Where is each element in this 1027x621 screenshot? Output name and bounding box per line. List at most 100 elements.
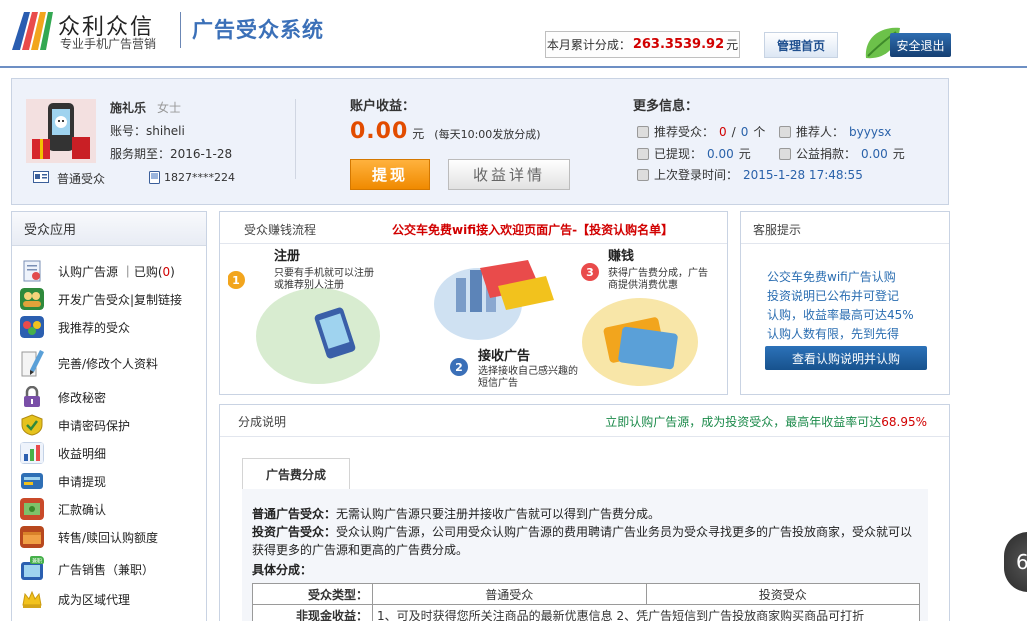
referred-users-sep: /	[731, 124, 736, 139]
step1-illustration	[256, 288, 380, 384]
share-promo-rate: 68.95%	[881, 415, 927, 429]
share-promo-text: 立即认购广告源，成为投资受众，最高年收益率可达	[605, 415, 882, 429]
referrer-value: byyysx	[849, 124, 892, 139]
step1-number: 1	[232, 274, 240, 287]
step1-desc-2: 或推荐别人注册	[274, 278, 344, 291]
sidebar-item-label: 认购广告源 ｜已购(0)	[58, 264, 175, 279]
service-tip-line: 投资说明已公布并可登记	[767, 289, 900, 303]
sidebar-item-label: 申请提现	[58, 474, 107, 489]
sidebar-item-remit-confirm[interactable]: 汇款确认	[20, 498, 106, 520]
page-root: 众利众信 专业手机广告营销 广告受众系统 本月累计分成： 263.3539.92…	[0, 0, 1027, 621]
step1-title: 注册	[274, 248, 300, 264]
money-icon	[20, 498, 44, 520]
pencil-icon	[21, 350, 44, 377]
sidebar-item-label: 汇款确认	[58, 502, 107, 517]
investor-audience-desc: 投资广告受众：受众认购广告源，公司用受众认购广告源的费用聘请广告业务员为受众寻找…	[252, 525, 913, 557]
withdrawn-label: 已提现：	[654, 147, 703, 161]
share-promo-link[interactable]: 立即认购广告源，成为投资受众，最高年收益率可达68.95%	[605, 413, 927, 430]
sidebar-item-resell-quota[interactable]: 转售/赎回认购额度	[20, 526, 158, 548]
step2-desc-1: 选择接收自己感兴趣的	[478, 364, 578, 377]
user-name: 施礼乐	[110, 101, 147, 115]
avatar	[26, 99, 96, 163]
sidebar-item-apply-withdraw[interactable]: 申请提现	[20, 470, 106, 492]
sidebar: 受众应用 认购广告源 ｜已购(0) 开发广告受众|复制链接 我推荐的受众 完善/…	[11, 211, 207, 621]
sidebar-item-regional-agent[interactable]: 成为区域代理	[20, 588, 130, 610]
chart-icon	[20, 442, 44, 464]
service-tip-line: 公交车免费wifi广告认购	[767, 270, 896, 284]
referred-users-label: 推荐受众：	[654, 125, 715, 139]
table-row: 非现金收益： 1、可及时获得您所关注商品的最新优惠信息 2、凭广告短信到广告投放…	[252, 604, 920, 621]
flow-panel-title: 受众赚钱流程	[244, 223, 317, 237]
earning-flow-panel: 受众赚钱流程 公交车免费wifi接入欢迎页面广告-【投资认购名单】 1 注册 只…	[219, 211, 728, 395]
detail-share-heading: 具体分成：	[252, 563, 313, 577]
sidebar-item-develop-audience[interactable]: 开发广告受众|复制链接	[20, 288, 182, 310]
table-header-cell: 投资受众	[645, 583, 920, 605]
sidebar-item-label: 我推荐的受众	[58, 320, 131, 335]
user-gender: 女士	[157, 101, 182, 115]
withdrawn-value: 0.00	[707, 146, 734, 161]
user-phone: 1827****224	[164, 171, 235, 184]
header-underline	[0, 66, 1027, 68]
heart-icon	[779, 147, 791, 160]
more-info-label: 更多信息：	[633, 99, 699, 114]
donation-value: 0.00	[861, 146, 888, 161]
sidebar-item-buy-ad-source[interactable]: 认购广告源 ｜已购(0)	[20, 260, 175, 282]
table-header-cell: 受众类型：	[252, 583, 373, 605]
tab-ad-share[interactable]: 广告费分成	[242, 458, 350, 489]
tv-icon: 兼职	[21, 556, 44, 580]
service-tips-text: 公交车免费wifi广告认购 投资说明已公布并可登记 认购，收益率最高可达45% …	[767, 268, 935, 344]
referrer-row: 推荐人： byyysx	[779, 123, 891, 140]
earnings-value: 0.00	[350, 119, 409, 144]
floating-scroll-widget[interactable]: 6	[1004, 532, 1027, 592]
share-info-panel: 分成说明 立即认购广告源，成为投资受众，最高年收益率可达68.95% 广告费分成…	[219, 404, 950, 621]
donation-unit: 元	[892, 147, 905, 161]
step2-title: 接收广告	[478, 348, 530, 364]
sidebar-item-password-protection[interactable]: 申请密码保护	[20, 414, 130, 436]
table-cell: 非现金收益：	[252, 604, 373, 621]
yen-icon	[637, 147, 649, 160]
shield-icon	[21, 414, 43, 436]
service-tip-line: 认购，收益率最高可达45%	[767, 308, 914, 322]
logout-button[interactable]: 安全退出	[890, 33, 951, 57]
sidebar-item-label: 完善/修改个人资料	[58, 356, 159, 371]
step1-desc-1: 只要有手机就可以注册	[274, 266, 374, 279]
withdraw-button[interactable]: 提现	[350, 159, 430, 190]
sidebar-item-change-password[interactable]: 修改秘密	[20, 386, 106, 408]
earnings-unit: 元	[412, 127, 425, 141]
header-divider	[180, 12, 181, 48]
table-header-cell: 普通受众	[372, 583, 647, 605]
account-divider	[295, 99, 296, 179]
sidebar-item-ad-sales[interactable]: 兼职 广告销售（兼职）	[20, 556, 154, 582]
withdrawn-row: 已提现： 0.00 元	[637, 145, 751, 162]
sidebar-item-edit-profile[interactable]: 完善/修改个人资料	[20, 348, 158, 378]
sidebar-item-my-referrals[interactable]: 我推荐的受众	[20, 316, 130, 338]
sidebar-item-earnings-detail[interactable]: 收益明细	[20, 442, 106, 464]
table-row: 受众类型： 普通受众 投资受众	[252, 583, 920, 605]
wifi-promo-link[interactable]: 公交车免费wifi接入欢迎页面广告-【投资认购名单】	[392, 221, 673, 238]
share-panel-title: 分成说明	[238, 415, 287, 429]
last-login-row: 上次登录时间： 2015-1-28 17:48:55	[637, 166, 863, 183]
referred-users-total: 0	[740, 124, 749, 139]
building-shape	[470, 270, 482, 312]
phone-icon	[149, 171, 160, 184]
referred-users-value: 0	[719, 124, 727, 139]
donation-row: 公益捐款： 0.00 元	[779, 145, 905, 162]
monthly-share-label: 本月累计分成：	[546, 38, 631, 52]
user-account: 账号：shiheli	[110, 124, 185, 138]
lock-icon	[24, 386, 40, 407]
sidebar-item-label: 成为区域代理	[58, 592, 131, 607]
home-button[interactable]: 管理首页	[764, 32, 838, 58]
service-tips-panel: 客服提示 公交车免费wifi广告认购 投资说明已公布并可登记 认购，收益率最高可…	[740, 211, 950, 395]
sidebar-title: 受众应用	[12, 212, 206, 246]
share-content: 普通广告受众：无需认购广告源只要注册并接收广告就可以得到广告费分成。 投资广告受…	[242, 489, 928, 621]
building-shape	[456, 278, 466, 312]
logout-area[interactable]: 安全退出	[862, 24, 952, 62]
view-subscription-button[interactable]: 查看认购说明并认购	[765, 346, 927, 370]
earnings-label: 账户收益：	[350, 99, 416, 114]
earnings-detail-button[interactable]: 收益详情	[448, 159, 570, 190]
document-icon	[23, 260, 41, 282]
earnings-note: (每天10:00发放分成)	[434, 128, 541, 141]
earnings-row: 0.00 元 (每天10:00发放分成)	[350, 119, 541, 144]
wallet-icon	[21, 473, 43, 489]
sidebar-item-label: 收益明细	[58, 446, 107, 461]
